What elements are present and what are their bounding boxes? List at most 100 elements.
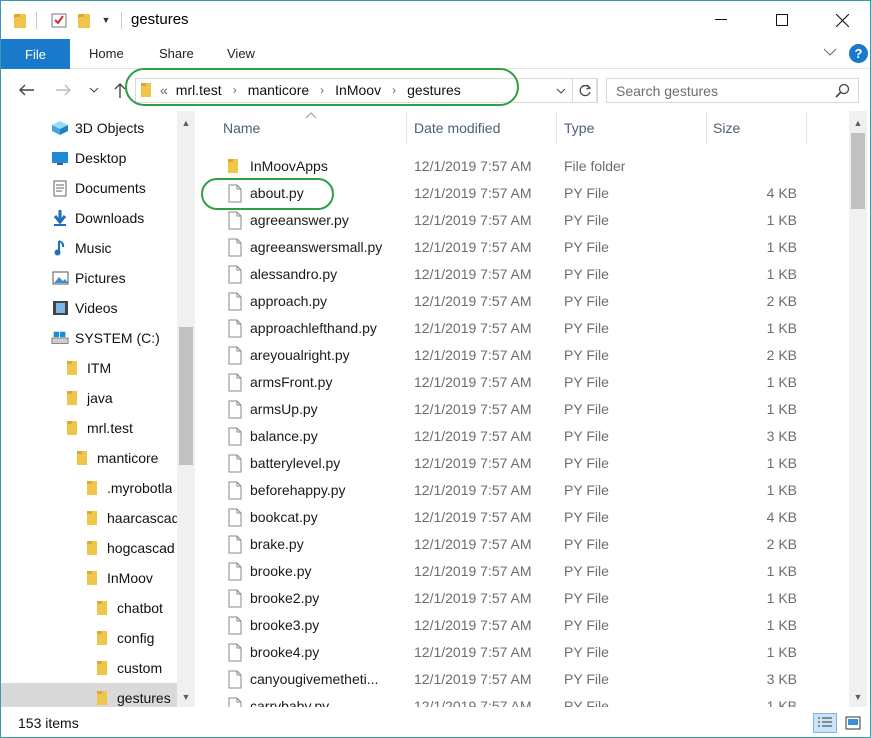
back-button[interactable] xyxy=(16,79,36,101)
file-type: PY File xyxy=(564,671,609,687)
search-input[interactable]: Search gestures xyxy=(606,78,859,103)
py-file-icon xyxy=(227,535,243,554)
file-row[interactable]: bookcat.py 12/1/2019 7:57 AM PY File 4 KB xyxy=(197,504,849,531)
file-row[interactable]: agreeanswersmall.py 12/1/2019 7:57 AM PY F… xyxy=(197,234,849,261)
file-row[interactable]: approachlefthand.py 12/1/2019 7:57 AM PY F… xyxy=(197,315,849,342)
tab-home[interactable]: Home xyxy=(89,46,124,61)
file-row[interactable]: carrybaby.py 12/1/2019 7:57 AM PY File 1 KB xyxy=(197,693,849,707)
file-row[interactable]: alessandro.py 12/1/2019 7:57 AM PY File 1 K… xyxy=(197,261,849,288)
minimize-button[interactable] xyxy=(698,1,744,39)
file-row[interactable]: brake.py 12/1/2019 7:57 AM PY File 2 KB xyxy=(197,531,849,558)
column-divider[interactable] xyxy=(706,111,707,145)
address-overflow[interactable]: « xyxy=(160,82,168,98)
nav-item-manticore[interactable]: manticore xyxy=(1,443,177,473)
nav-item-mrl-test[interactable]: mrl.test xyxy=(1,413,177,443)
tab-view[interactable]: View xyxy=(227,46,255,61)
breadcrumb-separator-icon[interactable]: › xyxy=(320,83,324,97)
file-row[interactable]: InMoovApps 12/1/2019 7:57 AM File folder xyxy=(197,153,849,180)
file-row[interactable]: armsFront.py 12/1/2019 7:57 AM PY File 1 KB xyxy=(197,369,849,396)
file-type: PY File xyxy=(564,212,609,228)
scroll-up-icon[interactable]: ▲ xyxy=(849,115,867,131)
scroll-down-icon[interactable]: ▼ xyxy=(177,689,195,705)
forward-button[interactable] xyxy=(54,79,74,101)
close-button[interactable] xyxy=(819,1,865,39)
maximize-button[interactable] xyxy=(759,1,805,39)
file-row[interactable]: batterylevel.py 12/1/2019 7:57 AM PY File 1… xyxy=(197,450,849,477)
expand-ribbon-icon[interactable] xyxy=(823,45,837,59)
breadcrumb-inmoov[interactable]: InMoov xyxy=(335,82,381,98)
nav-item-system-c[interactable]: SYSTEM (C:) xyxy=(1,323,177,353)
tab-share[interactable]: Share xyxy=(159,46,194,61)
refresh-button[interactable] xyxy=(572,78,598,103)
file-row[interactable]: canyougivemetheti... 12/1/2019 7:57 AM PY … xyxy=(197,666,849,693)
up-button[interactable] xyxy=(111,79,129,101)
nav-item-desktop[interactable]: Desktop xyxy=(1,143,177,173)
folder-icon xyxy=(83,509,101,527)
breadcrumb-gestures[interactable]: gestures xyxy=(407,82,461,98)
search-icon[interactable] xyxy=(835,83,850,101)
file-date-modified: 12/1/2019 7:57 AM xyxy=(414,536,532,552)
column-divider[interactable] xyxy=(406,111,407,145)
help-button[interactable]: ? xyxy=(849,44,868,63)
nav-item-haarcascades[interactable]: haarcascad xyxy=(1,503,177,533)
address-dropdown-icon[interactable] xyxy=(556,85,566,97)
scrollbar-thumb[interactable] xyxy=(851,133,865,209)
nav-item-config[interactable]: config xyxy=(1,623,177,653)
scrollbar-thumb[interactable] xyxy=(179,327,193,465)
breadcrumb-mrl-test[interactable]: mrl.test xyxy=(176,82,222,98)
title-bar: ▼ gestures xyxy=(1,1,870,39)
nav-item-chatbot[interactable]: chatbot xyxy=(1,593,177,623)
nav-item-itm[interactable]: ITM xyxy=(1,353,177,383)
nav-item-documents[interactable]: Documents xyxy=(1,173,177,203)
py-file-icon xyxy=(227,211,243,230)
file-row[interactable]: balance.py 12/1/2019 7:57 AM PY File 3 KB xyxy=(197,423,849,450)
file-row[interactable]: about.py 12/1/2019 7:57 AM PY File 4 KB xyxy=(197,180,849,207)
nav-item-3d-objects[interactable]: 3D Objects xyxy=(1,113,177,143)
file-row[interactable]: brooke3.py 12/1/2019 7:57 AM PY File 1 KB xyxy=(197,612,849,639)
nav-item-custom[interactable]: custom xyxy=(1,653,177,683)
file-row[interactable]: brooke4.py 12/1/2019 7:57 AM PY File 1 KB xyxy=(197,639,849,666)
file-row[interactable]: beforehappy.py 12/1/2019 7:57 AM PY File 1 … xyxy=(197,477,849,504)
file-row[interactable]: agreeanswer.py 12/1/2019 7:57 AM PY File 1 … xyxy=(197,207,849,234)
scroll-down-icon[interactable]: ▼ xyxy=(849,689,867,705)
nav-item-videos[interactable]: Videos xyxy=(1,293,177,323)
breadcrumb-separator-icon[interactable]: › xyxy=(392,83,396,97)
address-bar[interactable]: « mrl.test › manticore › InMoov › gestur… xyxy=(135,78,597,103)
file-date-modified: 12/1/2019 7:57 AM xyxy=(414,482,532,498)
file-name: armsUp.py xyxy=(250,401,318,417)
new-folder-icon[interactable] xyxy=(75,10,93,30)
details-view-button[interactable] xyxy=(813,713,837,733)
file-row[interactable]: areyoualright.py 12/1/2019 7:57 AM PY File… xyxy=(197,342,849,369)
file-row[interactable]: brooke2.py 12/1/2019 7:57 AM PY File 1 KB xyxy=(197,585,849,612)
large-icons-view-button[interactable] xyxy=(841,713,865,733)
breadcrumb-manticore[interactable]: manticore xyxy=(248,82,309,98)
nav-item-downloads[interactable]: Downloads xyxy=(1,203,177,233)
nav-item-myrobotlab[interactable]: .myrobotla xyxy=(1,473,177,503)
scroll-up-icon[interactable]: ▲ xyxy=(177,115,195,131)
column-header-type[interactable]: Type xyxy=(564,111,594,145)
nav-item-music[interactable]: Music xyxy=(1,233,177,263)
column-divider[interactable] xyxy=(556,111,557,145)
nav-pane-scrollbar[interactable]: ▲ ▼ xyxy=(177,111,195,707)
column-divider[interactable] xyxy=(806,111,807,145)
recent-locations-button[interactable] xyxy=(87,79,101,101)
nav-item-pictures[interactable]: Pictures xyxy=(1,263,177,293)
file-row[interactable]: armsUp.py 12/1/2019 7:57 AM PY File 1 KB xyxy=(197,396,849,423)
tab-file[interactable]: File xyxy=(1,39,70,69)
nav-item-java[interactable]: java xyxy=(1,383,177,413)
file-row[interactable]: brooke.py 12/1/2019 7:57 AM PY File 1 KB xyxy=(197,558,849,585)
column-header-date[interactable]: Date modified xyxy=(414,111,500,145)
breadcrumb-separator-icon[interactable]: › xyxy=(233,83,237,97)
folder-icon xyxy=(73,449,91,467)
file-row[interactable]: approach.py 12/1/2019 7:57 AM PY File 2 KB xyxy=(197,288,849,315)
dropdown-arrow-icon[interactable]: ▼ xyxy=(99,10,113,30)
sort-ascending-icon xyxy=(305,111,317,122)
folder-icon xyxy=(93,599,111,617)
file-list-scrollbar[interactable]: ▲ ▼ xyxy=(849,111,867,707)
nav-item-hogcascades[interactable]: hogcascad xyxy=(1,533,177,563)
properties-icon[interactable] xyxy=(50,10,68,30)
column-header-name[interactable]: Name xyxy=(223,111,260,145)
nav-item-gestures[interactable]: gestures xyxy=(1,683,177,707)
nav-item-inmoov[interactable]: InMoov xyxy=(1,563,177,593)
column-header-size[interactable]: Size xyxy=(713,111,740,145)
